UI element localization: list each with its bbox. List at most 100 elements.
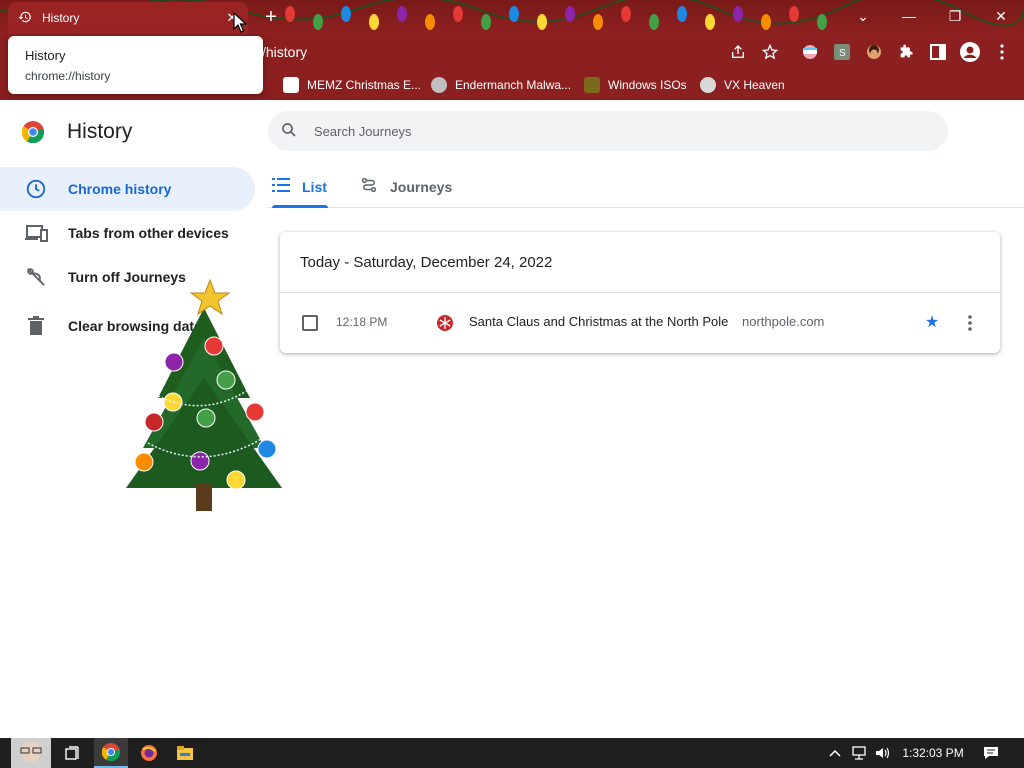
ornament-icon bbox=[226, 470, 246, 490]
extension-s-icon[interactable]: S bbox=[832, 42, 852, 62]
light-bulb-icon bbox=[425, 14, 435, 30]
file-explorer-icon[interactable] bbox=[168, 738, 202, 768]
search-bar bbox=[268, 111, 948, 151]
tab-label: List bbox=[302, 178, 327, 195]
list-icon bbox=[272, 178, 290, 195]
bookmark-label: Windows ISOs bbox=[608, 78, 687, 92]
light-bulb-icon bbox=[565, 6, 575, 22]
entry-checkbox[interactable] bbox=[302, 315, 318, 331]
firefox-icon[interactable] bbox=[132, 738, 166, 768]
sidebar-item-tabs-other-devices[interactable]: Tabs from other devices bbox=[0, 211, 255, 255]
network-icon[interactable] bbox=[848, 738, 870, 768]
sidebar-item-chrome-history[interactable]: Chrome history bbox=[0, 167, 255, 211]
light-bulb-icon bbox=[705, 14, 715, 30]
light-bulb-icon bbox=[341, 6, 351, 22]
light-bulb-icon bbox=[481, 14, 491, 30]
history-icon bbox=[18, 10, 34, 26]
bookmark-star-icon[interactable] bbox=[760, 42, 780, 62]
bookmark-windows-isos[interactable]: Windows ISOs bbox=[584, 76, 687, 94]
tab-label: Journeys bbox=[390, 178, 453, 195]
light-bulb-icon bbox=[285, 6, 295, 22]
taskbar-clock[interactable]: 1:32:03 PM bbox=[898, 738, 968, 768]
ornament-icon bbox=[245, 402, 265, 422]
ornament-icon bbox=[144, 412, 164, 432]
trash-icon bbox=[24, 314, 48, 338]
history-entry[interactable]: 12:18 PM Santa Claus and Christmas at th… bbox=[280, 293, 1000, 353]
light-bulb-icon bbox=[509, 6, 519, 22]
ornament-icon bbox=[134, 452, 154, 472]
menu-kebab-icon[interactable] bbox=[992, 42, 1012, 62]
tab-title: History bbox=[42, 11, 80, 25]
chrome-icon[interactable] bbox=[94, 738, 128, 768]
light-bulb-icon bbox=[369, 14, 379, 30]
ornament-icon bbox=[196, 408, 216, 428]
start-avatar-icon[interactable] bbox=[6, 738, 52, 768]
new-tab-button[interactable]: + bbox=[261, 7, 281, 27]
minimize-button[interactable]: — bbox=[886, 0, 932, 32]
bookmark-endermanch[interactable]: Endermanch Malwa... bbox=[431, 76, 571, 94]
light-bulb-icon bbox=[537, 14, 547, 30]
close-window-button[interactable]: ✕ bbox=[978, 0, 1024, 32]
ornament-icon bbox=[190, 451, 210, 471]
tooltip-url: chrome://history bbox=[25, 69, 111, 83]
ornament-icon bbox=[164, 352, 184, 372]
snowflake-favicon-icon bbox=[436, 314, 454, 332]
memz-icon bbox=[283, 77, 299, 93]
light-bulb-icon bbox=[397, 6, 407, 22]
tab-search-button[interactable]: ⌄ bbox=[840, 0, 886, 32]
extension-face-icon[interactable] bbox=[864, 42, 884, 62]
title-bar: History ✕ + ⌄ — ❐ ✕ bbox=[0, 0, 1024, 34]
tab-journeys[interactable]: Journeys bbox=[360, 166, 452, 207]
search-icon bbox=[280, 121, 300, 141]
sidebar-item-label: Chrome history bbox=[68, 181, 172, 197]
date-heading: Today - Saturday, December 24, 2022 bbox=[300, 254, 553, 271]
entry-time: 12:18 PM bbox=[336, 315, 388, 329]
tab-hover-tooltip: History chrome://history bbox=[8, 36, 263, 94]
sidebar-item-label: Tabs from other devices bbox=[68, 225, 229, 241]
screen: History ✕ + ⌄ — ❐ ✕ /history S MEMZ Chri… bbox=[0, 0, 1024, 768]
address-bar[interactable]: /history bbox=[250, 38, 790, 66]
side-panel-icon[interactable] bbox=[928, 42, 948, 62]
history-page: History Chrome history Tabs from other d… bbox=[0, 100, 1024, 738]
extensions-puzzle-icon[interactable] bbox=[896, 42, 916, 62]
light-bulb-icon bbox=[677, 6, 687, 22]
ornament-icon bbox=[257, 439, 277, 459]
christmas-tree-overlay-icon bbox=[126, 278, 282, 511]
profile-avatar-icon[interactable] bbox=[960, 42, 980, 62]
tab-history[interactable]: History ✕ bbox=[8, 2, 248, 34]
bookmark-memz[interactable]: MEMZ Christmas E... bbox=[283, 76, 421, 94]
light-bulb-icon bbox=[761, 14, 771, 30]
volume-icon[interactable] bbox=[872, 738, 894, 768]
search-input[interactable] bbox=[314, 111, 914, 151]
windows-taskbar: 1:32:03 PM bbox=[0, 738, 1024, 768]
bookmark-vx-heaven[interactable]: VX Heaven bbox=[700, 76, 785, 94]
page-title: History bbox=[67, 120, 133, 143]
vx-heaven-icon bbox=[700, 77, 716, 93]
starred-icon[interactable]: ★ bbox=[922, 313, 942, 333]
show-hidden-icons-chevron-icon[interactable] bbox=[824, 738, 846, 768]
share-icon[interactable] bbox=[728, 42, 748, 62]
mouse-cursor-icon bbox=[233, 12, 247, 33]
journeys-off-icon bbox=[24, 265, 48, 289]
entry-title-link[interactable]: Santa Claus and Christmas at the North P… bbox=[469, 314, 728, 329]
task-view-icon[interactable] bbox=[58, 738, 86, 768]
light-bulb-icon bbox=[593, 14, 603, 30]
bookmark-label: MEMZ Christmas E... bbox=[307, 78, 422, 92]
history-tabs: List Journeys bbox=[268, 166, 1024, 208]
devices-icon bbox=[24, 221, 48, 245]
bookmark-label: Endermanch Malwa... bbox=[455, 78, 572, 92]
entry-domain: northpole.com bbox=[742, 314, 825, 329]
light-bulb-icon bbox=[817, 14, 827, 30]
light-bulb-icon bbox=[313, 14, 323, 30]
bookmark-label: VX Heaven bbox=[724, 78, 785, 92]
address-text: /history bbox=[262, 44, 308, 60]
clock-icon bbox=[24, 177, 48, 201]
extension-pride-icon[interactable] bbox=[800, 42, 820, 62]
tab-list[interactable]: List bbox=[272, 166, 328, 208]
tooltip-title: History bbox=[25, 48, 66, 63]
restore-button[interactable]: ❐ bbox=[932, 0, 978, 32]
light-bulb-icon bbox=[621, 6, 631, 22]
action-center-icon[interactable] bbox=[980, 738, 1002, 768]
light-bulb-icon bbox=[453, 6, 463, 22]
entry-more-actions-icon[interactable] bbox=[960, 313, 980, 333]
